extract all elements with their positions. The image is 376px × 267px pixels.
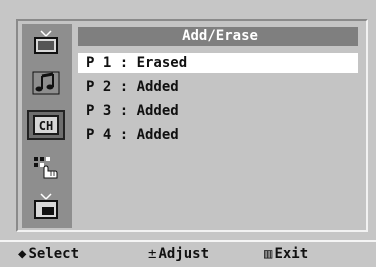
- picture-icon[interactable]: [27, 28, 65, 58]
- updown-arrow-icon: ◆: [18, 246, 27, 262]
- channel-row[interactable]: P 3 : Added: [78, 101, 358, 121]
- channel-row[interactable]: P 4 : Added: [78, 125, 358, 145]
- channel-row[interactable]: P 2 : Added: [78, 77, 358, 97]
- input-icon[interactable]: [27, 192, 65, 222]
- menu-title: Add/Erase: [78, 27, 358, 46]
- menu-sidebar: CH: [22, 24, 72, 228]
- setup-icon[interactable]: [27, 152, 65, 182]
- select-hint: ◆ Select: [18, 242, 79, 266]
- exit-hint-label: Exit: [274, 246, 309, 262]
- channel-icon-label: CH: [39, 119, 53, 133]
- menu-icon: ▥: [264, 246, 273, 262]
- exit-hint: ▥ Exit: [264, 242, 308, 266]
- select-hint-label: Select: [28, 246, 80, 262]
- channel-icon[interactable]: CH: [27, 110, 65, 140]
- tv-osd-screen: CH Add/Erase P 1: Erased P 2: Added P …: [0, 0, 376, 267]
- adjust-hint-label: Adjust: [158, 246, 210, 262]
- adjust-hint: ± Adjust: [148, 242, 209, 266]
- help-bar: ◆ Select ± Adjust ▥ Exit: [0, 240, 376, 267]
- sound-icon[interactable]: [27, 68, 65, 98]
- plus-minus-icon: ±: [148, 246, 157, 262]
- channel-row[interactable]: P 1 : Erased: [78, 53, 358, 73]
